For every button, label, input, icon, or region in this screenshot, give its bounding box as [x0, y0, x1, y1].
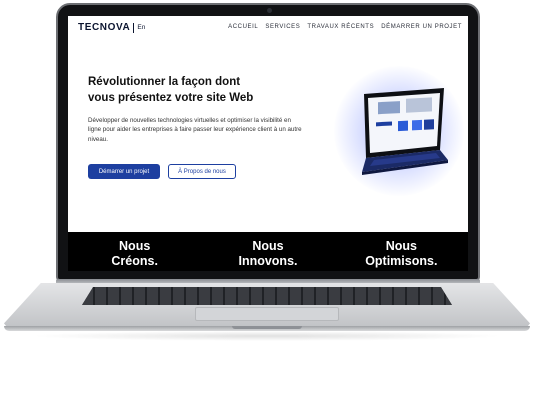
laptop-notch — [232, 326, 302, 329]
laptop-illustration-icon — [362, 88, 448, 175]
start-project-button[interactable]: Démarrer un projet — [88, 164, 160, 179]
slogan-create: Nous Créons. — [80, 239, 190, 269]
slogan-band: Nous Créons. Nous Innovons. Nous Optimis… — [68, 232, 468, 271]
nav-accueil[interactable]: ACCUEIL — [228, 24, 258, 30]
nav-demarrer-projet[interactable]: DÉMARRER UN PROJET — [381, 24, 462, 30]
webcam-icon — [267, 8, 272, 13]
hero-description: Développer de nouvelles technologies vir… — [88, 117, 302, 143]
laptop-screen: TECNOVA En ACCUEIL SERVICES TRAVAUX RÉCE… — [68, 16, 468, 271]
slogan-create-line-2: Créons. — [111, 253, 158, 268]
trackpad — [195, 307, 339, 321]
keyboard-icon — [82, 287, 452, 305]
about-us-button[interactable]: À Propos de nous — [168, 164, 236, 179]
slogan-innovate-line-2: Innovons. — [238, 253, 298, 268]
site-logo[interactable]: TECNOVA En — [78, 22, 145, 33]
slogan-create-line-1: Nous — [119, 238, 151, 253]
language-switch[interactable]: En — [137, 24, 145, 31]
nav-travaux-recents[interactable]: TRAVAUX RÉCENTS — [307, 24, 374, 30]
main-menu: ACCUEIL SERVICES TRAVAUX RÉCENTS DÉMARRE… — [228, 24, 462, 30]
laptop-mockup: TECNOVA En ACCUEIL SERVICES TRAVAUX RÉCE… — [0, 0, 534, 400]
laptop-lid: TECNOVA En ACCUEIL SERVICES TRAVAUX RÉCE… — [56, 3, 480, 281]
hero-title-line-2: vous présentez votre site Web — [88, 92, 254, 104]
hero-title: Révolutionner la façon dont vous présent… — [88, 74, 288, 106]
slogan-optimize: Nous Optimisons. — [346, 239, 456, 269]
hero-title-line-1: Révolutionner la façon dont — [88, 76, 241, 88]
slogan-innovate: Nous Innovons. — [213, 239, 323, 269]
slogan-optimize-line-2: Optimisons. — [365, 253, 438, 268]
logo-text: TECNOVA — [78, 22, 131, 33]
logo-divider — [133, 22, 135, 33]
nav-services[interactable]: SERVICES — [265, 24, 300, 30]
laptop-shadow — [30, 331, 504, 341]
slogan-innovate-line-1: Nous — [252, 238, 284, 253]
site-header: TECNOVA En ACCUEIL SERVICES TRAVAUX RÉCE… — [68, 16, 468, 40]
slogan-optimize-line-1: Nous — [385, 238, 417, 253]
